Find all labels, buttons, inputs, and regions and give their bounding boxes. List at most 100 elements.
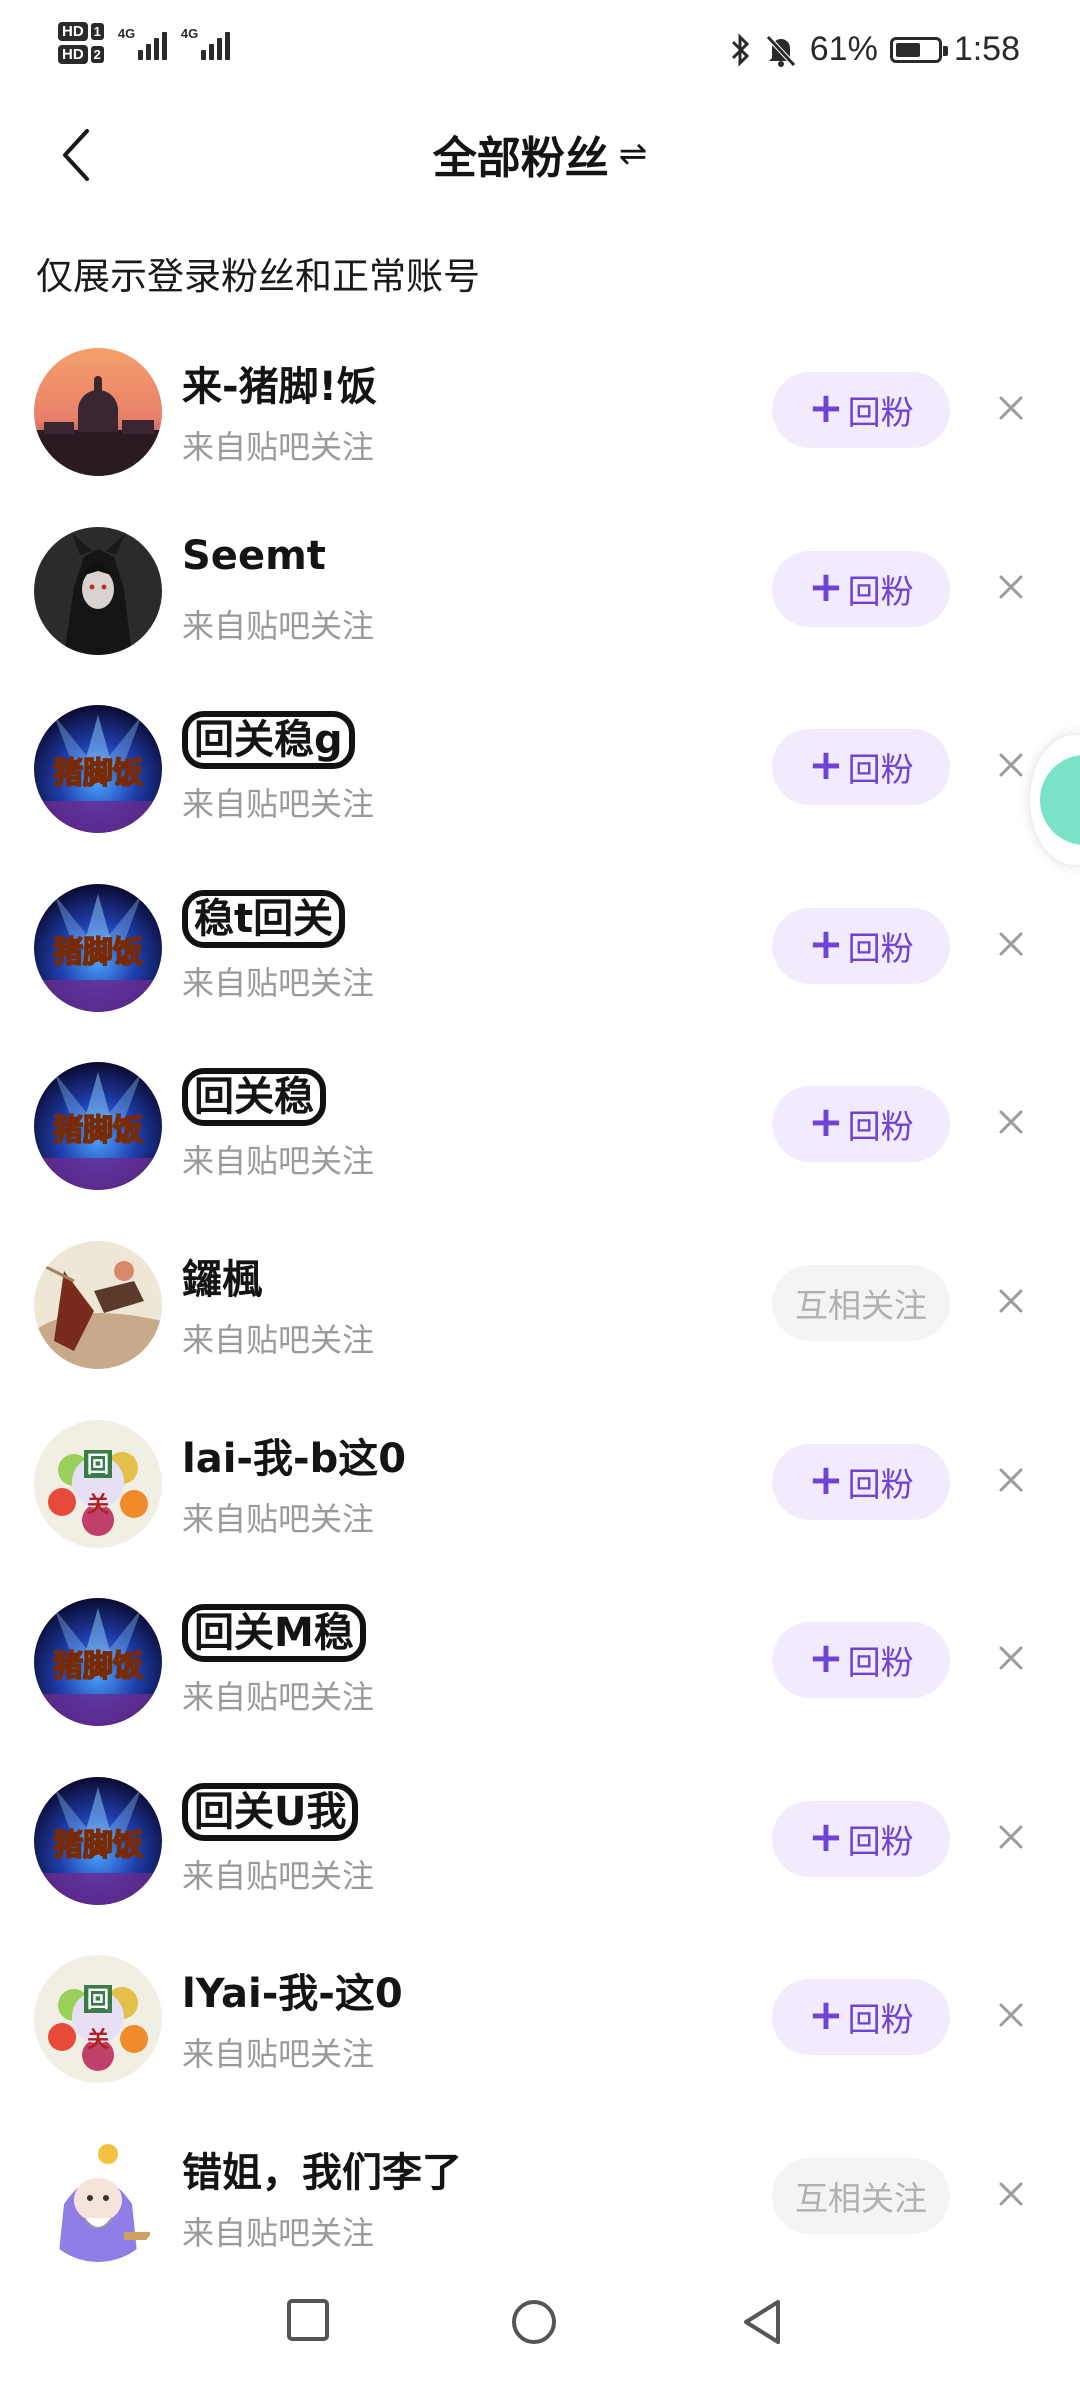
remove-follower-button[interactable]	[986, 2168, 1036, 2224]
follow-source: 来自贴吧关注	[182, 606, 375, 645]
remove-follower-button[interactable]	[986, 1096, 1036, 1152]
mutual-label: 互相关注	[795, 2178, 927, 2218]
follower-name[interactable]: 回关稳g	[182, 711, 355, 770]
plus-icon: +	[808, 383, 844, 432]
follow-back-button[interactable]: + 回粉	[772, 372, 950, 448]
remove-follower-button[interactable]	[986, 561, 1036, 617]
notice-text: 仅展示登录粉丝和正常账号	[36, 255, 480, 298]
mutual-follow-button[interactable]: 互相关注	[772, 2157, 950, 2234]
avatar[interactable]: 猪脚饭	[34, 1598, 162, 1727]
home-button[interactable]	[510, 2298, 558, 2350]
avatar[interactable]: 回关	[34, 1955, 162, 2084]
follow-source: 来自贴吧关注	[182, 785, 375, 824]
plus-icon: +	[808, 561, 844, 611]
avatar[interactable]: 猪脚饭	[34, 1062, 162, 1191]
follow-back-label: 回粉	[847, 928, 914, 968]
avatar[interactable]: 猪脚饭	[34, 883, 162, 1012]
follower-name[interactable]: lai-我-b这0	[182, 1426, 406, 1484]
svg-text:猪脚饭: 猪脚饭	[53, 1828, 143, 1863]
follow-back-button[interactable]: + 回粉	[772, 550, 950, 627]
avatar[interactable]: 猪脚饭	[34, 705, 162, 834]
follower-row[interactable]: 猪脚饭 回关M稳来自贴吧关注 + 回粉	[0, 1582, 1080, 1761]
remove-follower-button[interactable]	[986, 382, 1036, 438]
follow-back-label: 回粉	[847, 571, 914, 611]
remove-follower-button[interactable]	[986, 918, 1036, 974]
follower-name[interactable]: lYai-我-这0	[182, 1961, 403, 2019]
remove-follower-button[interactable]	[986, 739, 1036, 795]
follower-name[interactable]: 回关M稳	[182, 1604, 366, 1663]
triangle-back-icon	[744, 2300, 780, 2344]
plus-icon: +	[808, 1990, 844, 2040]
follower-name[interactable]: 稳t回关	[182, 889, 346, 948]
follow-source: 来自贴吧关注	[182, 1142, 375, 1181]
remove-follower-button[interactable]	[986, 1454, 1036, 1510]
close-icon	[998, 2181, 1024, 2211]
hd-indicators: HD 1 HD 2	[58, 22, 104, 64]
title-switcher[interactable]: 全部粉丝 ⇌	[0, 122, 1080, 186]
follower-row[interactable]: Seemt 来自贴吧关注 + 回粉	[0, 511, 1080, 690]
follower-row[interactable]: 来-猪脚!饭 来自贴吧关注 + 回粉	[0, 332, 1080, 511]
avatar[interactable]	[34, 1240, 162, 1369]
follow-back-button[interactable]: + 回粉	[772, 1443, 950, 1520]
plus-icon: +	[808, 1097, 844, 1147]
follower-name[interactable]: 回关稳	[182, 1068, 326, 1127]
follow-back-label: 回粉	[847, 393, 914, 432]
avatar[interactable]: 回关	[34, 1419, 162, 1548]
follow-source: 来自贴吧关注	[182, 2213, 375, 2252]
remove-follower-button[interactable]	[986, 1989, 1036, 2045]
system-nav-bar	[0, 2268, 1080, 2388]
recents-button[interactable]	[286, 2298, 330, 2346]
plus-icon: +	[808, 1454, 844, 1504]
follow-back-button[interactable]: + 回粉	[772, 1622, 950, 1699]
sim2-number: 2	[90, 46, 104, 63]
svg-text:猪脚饭: 猪脚饭	[53, 1649, 143, 1684]
follower-row[interactable]: 回关 lai-我-b这0 来自贴吧关注 + 回粉	[0, 1404, 1080, 1583]
clock: 1:58	[953, 30, 1020, 68]
follower-name-text: 回关稳	[182, 1068, 326, 1127]
follow-back-label: 回粉	[847, 1821, 914, 1861]
follower-name[interactable]: 鑼楓	[182, 1247, 262, 1305]
battery-fill	[895, 42, 920, 57]
follower-name[interactable]: 来-猪脚!饭	[182, 354, 377, 412]
remove-follower-button[interactable]	[986, 1811, 1036, 1867]
remove-follower-button[interactable]	[986, 1632, 1036, 1688]
follower-name[interactable]: 回关U我	[182, 1782, 359, 1841]
follow-back-button[interactable]: + 回粉	[772, 907, 950, 984]
follower-row[interactable]: 猪脚饭 稳t回关来自贴吧关注 + 回粉	[0, 868, 1080, 1047]
follow-source: 来自贴吧关注	[182, 1320, 375, 1359]
follower-row[interactable]: 鑼楓来自贴吧关注 互相关注	[0, 1225, 1080, 1404]
follow-source: 来自贴吧关注	[182, 963, 375, 1002]
swap-icon: ⇌	[618, 134, 648, 174]
follow-source: 来自贴吧关注	[182, 1678, 375, 1717]
svg-text:回: 回	[87, 1453, 109, 1478]
avatar[interactable]	[34, 348, 162, 476]
follower-name[interactable]: Seemt	[182, 533, 326, 579]
follow-back-label: 回粉	[847, 1643, 914, 1683]
follower-row[interactable]: 猪脚饭 回关稳g 来自贴吧关注 + 回粉	[0, 689, 1080, 868]
follower-row[interactable]: 猪脚饭 回关U我 来自贴吧关注 + 回粉	[0, 1761, 1080, 1940]
system-back-button[interactable]	[740, 2298, 784, 2350]
follower-name[interactable]: 错姐，我们李了	[182, 2140, 462, 2198]
svg-text:猪脚饭: 猪脚饭	[53, 1113, 143, 1148]
svg-text:关: 关	[87, 1493, 109, 1518]
follow-back-button[interactable]: + 回粉	[772, 1086, 950, 1163]
follower-row[interactable]: 猪脚饭 回关稳来自贴吧关注 + 回粉	[0, 1046, 1080, 1225]
remove-follower-button[interactable]	[986, 1275, 1036, 1331]
header: 全部粉丝 ⇌	[0, 100, 1080, 210]
avatar[interactable]: 猪脚饭	[34, 1776, 162, 1905]
network-type: 4G	[117, 26, 136, 41]
follow-back-label: 回粉	[847, 750, 914, 790]
follow-back-button[interactable]: + 回粉	[772, 1979, 950, 2056]
follow-back-button[interactable]: + 回粉	[772, 729, 950, 806]
follow-back-button[interactable]: + 回粉	[772, 1800, 950, 1877]
status-left: HD 1 HD 2 4G 4G	[58, 22, 230, 64]
avatar[interactable]	[34, 2133, 162, 2262]
close-icon	[998, 2002, 1024, 2032]
follower-name-text: 回关稳g	[182, 711, 355, 770]
mutual-follow-button[interactable]: 互相关注	[772, 1264, 950, 1341]
svg-text:猪脚饭: 猪脚饭	[53, 935, 143, 970]
follower-name-text: 稳t回关	[182, 889, 346, 948]
follower-row[interactable]: 回关 lYai-我-这0 来自贴吧关注 + 回粉	[0, 1939, 1080, 2118]
close-icon	[998, 752, 1024, 782]
avatar[interactable]	[34, 526, 162, 655]
